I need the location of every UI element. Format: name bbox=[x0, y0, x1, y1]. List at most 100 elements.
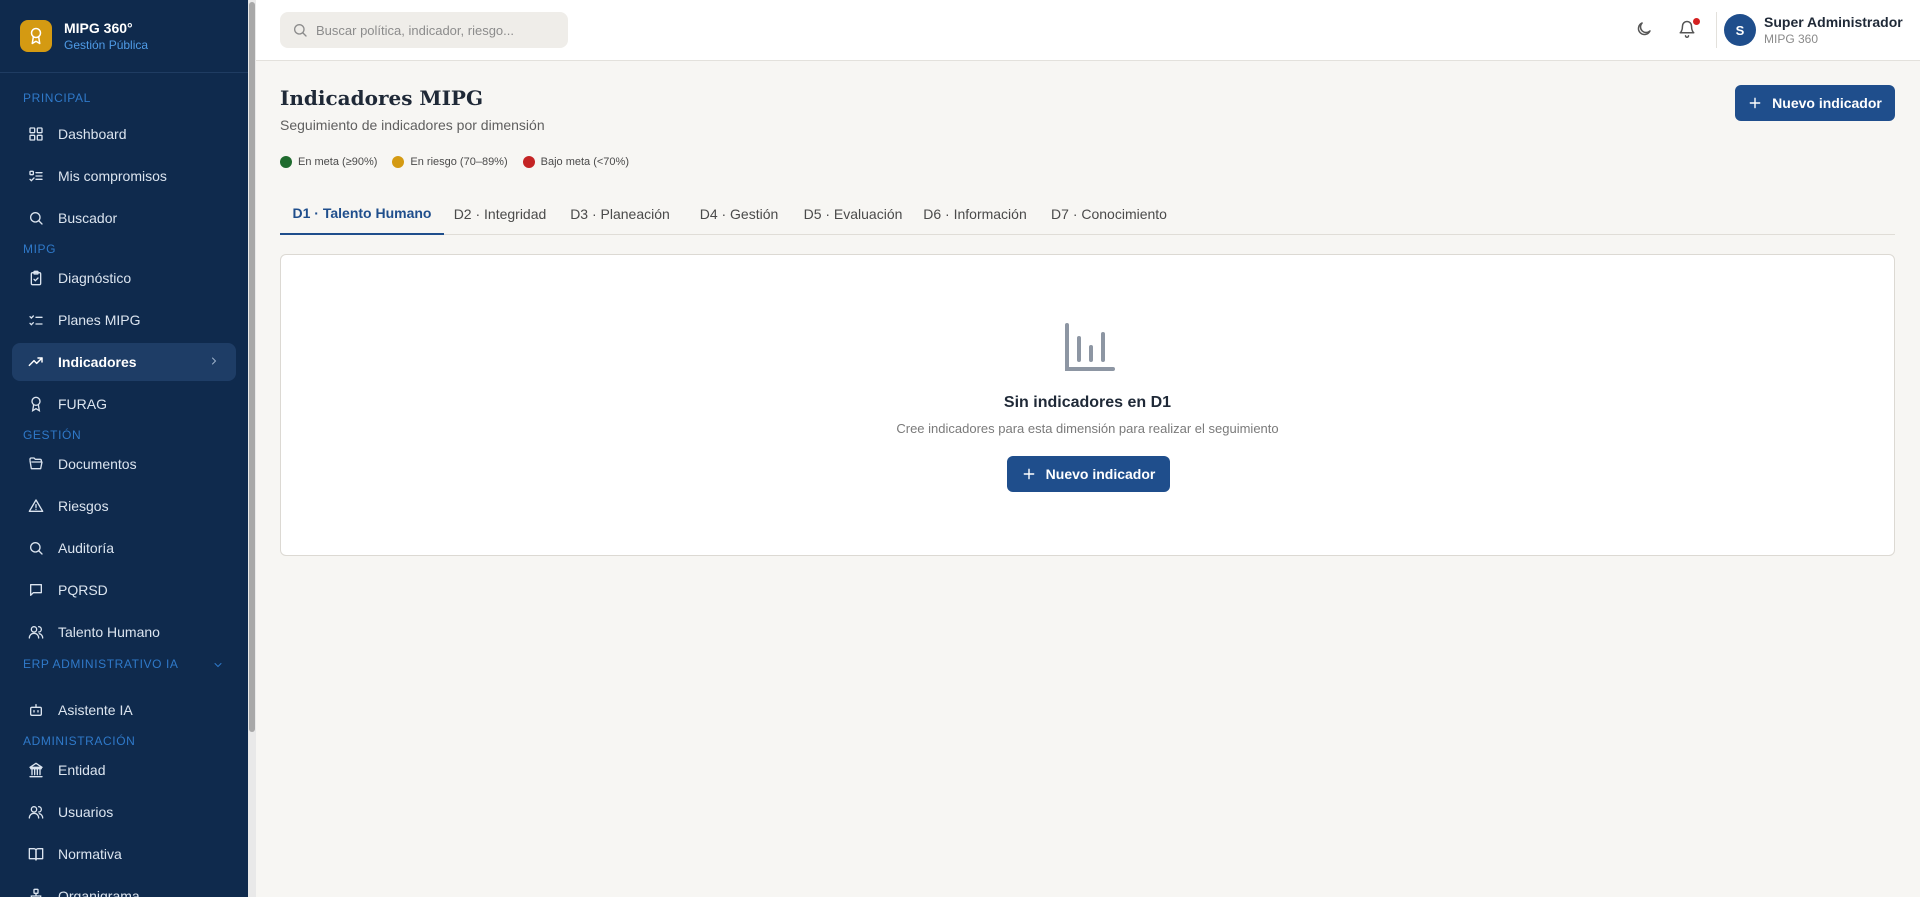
chevron-right-icon bbox=[212, 357, 217, 365]
sidebar-item-label: FURAG bbox=[58, 396, 107, 412]
award-icon bbox=[20, 20, 52, 52]
sidebar-item-label: Auditoría bbox=[58, 540, 115, 556]
notification-dot bbox=[1693, 18, 1700, 25]
status-dot-red bbox=[522, 156, 535, 168]
tab-d3[interactable]: D3 · Planeación bbox=[556, 193, 684, 235]
tab-d5[interactable]: D5 · Evaluación bbox=[794, 193, 912, 235]
dimension-tabs: D1 · Talento Humano D2 · Integridad D3 ·… bbox=[280, 193, 1895, 235]
search-icon bbox=[30, 542, 43, 555]
page-subtitle: Seguimiento de indicadores por dimensión bbox=[280, 117, 545, 133]
tab-d1[interactable]: D1 · Talento Humano bbox=[280, 193, 444, 235]
sidebar-scrollbar[interactable] bbox=[248, 0, 256, 897]
dashboard-icon bbox=[29, 127, 43, 141]
sidebar-item-pqrsd[interactable]: PQRSD bbox=[12, 571, 236, 609]
sidebar-item-label: Documentos bbox=[58, 456, 137, 472]
status-dot-green bbox=[280, 156, 292, 168]
sidebar-item-label: Talento Humano bbox=[58, 624, 160, 640]
tab-d6[interactable]: D6 · Información bbox=[912, 193, 1038, 235]
user-name[interactable]: Super Administrador bbox=[1764, 14, 1903, 30]
sidebar-item-dashboard[interactable]: Dashboard bbox=[12, 115, 236, 153]
status-dot-amber bbox=[392, 156, 405, 168]
bot-icon bbox=[30, 704, 42, 716]
search-icon bbox=[294, 24, 307, 37]
trending-up-icon bbox=[28, 357, 43, 367]
sidebar-item-diagnostico[interactable]: Diagnóstico bbox=[12, 259, 236, 297]
button-label: Nuevo indicador bbox=[1772, 95, 1882, 111]
button-label: Nuevo indicador bbox=[1045, 466, 1156, 482]
sidebar-item-entidad[interactable]: Entidad bbox=[12, 751, 236, 789]
award-icon bbox=[31, 396, 41, 412]
sidebar-item-indicadores[interactable]: Indicadores bbox=[12, 343, 236, 381]
sidebar-item-documentos[interactable]: Documentos bbox=[12, 445, 236, 483]
plus-icon bbox=[1023, 468, 1035, 480]
list-checks-icon bbox=[29, 315, 43, 326]
brand-subtitle: Gestión Pública bbox=[64, 38, 149, 52]
sidebar-item-label: Usuarios bbox=[58, 804, 114, 820]
landmark-icon bbox=[29, 762, 43, 778]
empty-state-description: Cree indicadores para esta dimensión par… bbox=[896, 421, 1279, 436]
top-header: S Super Administrador MIPG 360 bbox=[256, 0, 1920, 61]
sidebar-item-normativa[interactable]: Normativa bbox=[12, 835, 236, 873]
legend-item-bajo-meta: Bajo meta (<70%) bbox=[522, 156, 629, 168]
tab-d4[interactable]: D4 · Gestión bbox=[684, 193, 794, 235]
tab-d7[interactable]: D7 · Conocimiento bbox=[1038, 193, 1180, 235]
header-divider bbox=[1716, 12, 1717, 48]
users-icon bbox=[28, 806, 44, 819]
search-box[interactable] bbox=[280, 12, 568, 48]
legend: En meta (≥90%) En riesgo (70–89%) Bajo m… bbox=[280, 156, 644, 168]
user-org: MIPG 360 bbox=[1764, 32, 1819, 46]
sidebar-item-asistente[interactable]: Asistente IA bbox=[12, 691, 236, 729]
empty-state-card: Sin indicadores en D1 Cree indicadores p… bbox=[280, 254, 1895, 556]
sidebar-item-label: Planes MIPG bbox=[58, 312, 141, 328]
brand-title: MIPG 360° bbox=[64, 20, 133, 36]
sidebar: MIPG 360° Gestión Pública PRINCIPAL Dash… bbox=[0, 0, 256, 897]
plus-icon bbox=[1749, 97, 1761, 109]
section-erp[interactable]: ERP ADMINISTRATIVO IA bbox=[23, 656, 223, 673]
tab-d2[interactable]: D2 · Integridad bbox=[444, 193, 556, 235]
users-icon bbox=[28, 626, 44, 639]
network-icon bbox=[30, 888, 42, 897]
bar-chart-icon bbox=[1065, 323, 1115, 371]
sidebar-item-organigrama[interactable]: Organigrama bbox=[12, 877, 236, 897]
sidebar-item-label: Mis compromisos bbox=[58, 168, 167, 184]
message-square-icon bbox=[30, 584, 42, 596]
avatar[interactable]: S bbox=[1724, 14, 1756, 46]
new-indicator-button[interactable]: Nuevo indicador bbox=[1735, 85, 1895, 121]
moon-icon[interactable] bbox=[1635, 20, 1653, 38]
sidebar-item-compromisos[interactable]: Mis compromisos bbox=[12, 157, 236, 195]
page-title: Indicadores MIPG bbox=[280, 86, 484, 110]
sidebar-scrollbar-thumb[interactable] bbox=[249, 2, 255, 732]
clipboard-check-icon bbox=[30, 270, 42, 286]
sidebar-item-usuarios[interactable]: Usuarios bbox=[12, 793, 236, 831]
sidebar-item-label: Dashboard bbox=[58, 126, 127, 142]
sidebar-item-label: Riesgos bbox=[58, 498, 109, 514]
empty-state-title: Sin indicadores en D1 bbox=[1003, 394, 1172, 411]
section-mipg: MIPG bbox=[23, 242, 57, 256]
section-gestion: GESTIÓN bbox=[23, 428, 82, 442]
sidebar-item-buscador[interactable]: Buscador bbox=[12, 199, 236, 237]
sidebar-item-label: Indicadores bbox=[58, 354, 137, 370]
sidebar-item-label: Buscador bbox=[58, 210, 118, 226]
legend-item-en-meta: En meta (≥90%) bbox=[280, 156, 377, 168]
alert-triangle-icon bbox=[28, 499, 44, 512]
sidebar-item-riesgos[interactable]: Riesgos bbox=[12, 487, 236, 525]
legend-label: En meta (≥90%) bbox=[298, 156, 378, 168]
search-icon bbox=[30, 212, 43, 225]
sidebar-item-label: Diagnóstico bbox=[58, 270, 132, 286]
sidebar-item-talento[interactable]: Talento Humano bbox=[12, 613, 236, 651]
search-input[interactable] bbox=[316, 22, 556, 38]
sidebar-item-label: Asistente IA bbox=[58, 702, 133, 718]
brand[interactable]: MIPG 360° Gestión Pública bbox=[0, 0, 256, 73]
list-todo-icon bbox=[29, 170, 43, 182]
folder-open-icon bbox=[29, 457, 43, 470]
sidebar-item-label: Organigrama bbox=[58, 888, 140, 897]
chevron-down-icon[interactable] bbox=[212, 659, 224, 671]
legend-item-en-riesgo: En riesgo (70–89%) bbox=[392, 156, 508, 168]
sidebar-item-furag[interactable]: FURAG bbox=[12, 385, 236, 423]
book-open-icon bbox=[28, 848, 44, 861]
sidebar-item-planes[interactable]: Planes MIPG bbox=[12, 301, 236, 339]
empty-new-indicator-button[interactable]: Nuevo indicador bbox=[1007, 456, 1170, 492]
sidebar-item-label: Normativa bbox=[58, 846, 122, 862]
sidebar-item-label: PQRSD bbox=[58, 582, 108, 598]
sidebar-item-auditoria[interactable]: Auditoría bbox=[12, 529, 236, 567]
